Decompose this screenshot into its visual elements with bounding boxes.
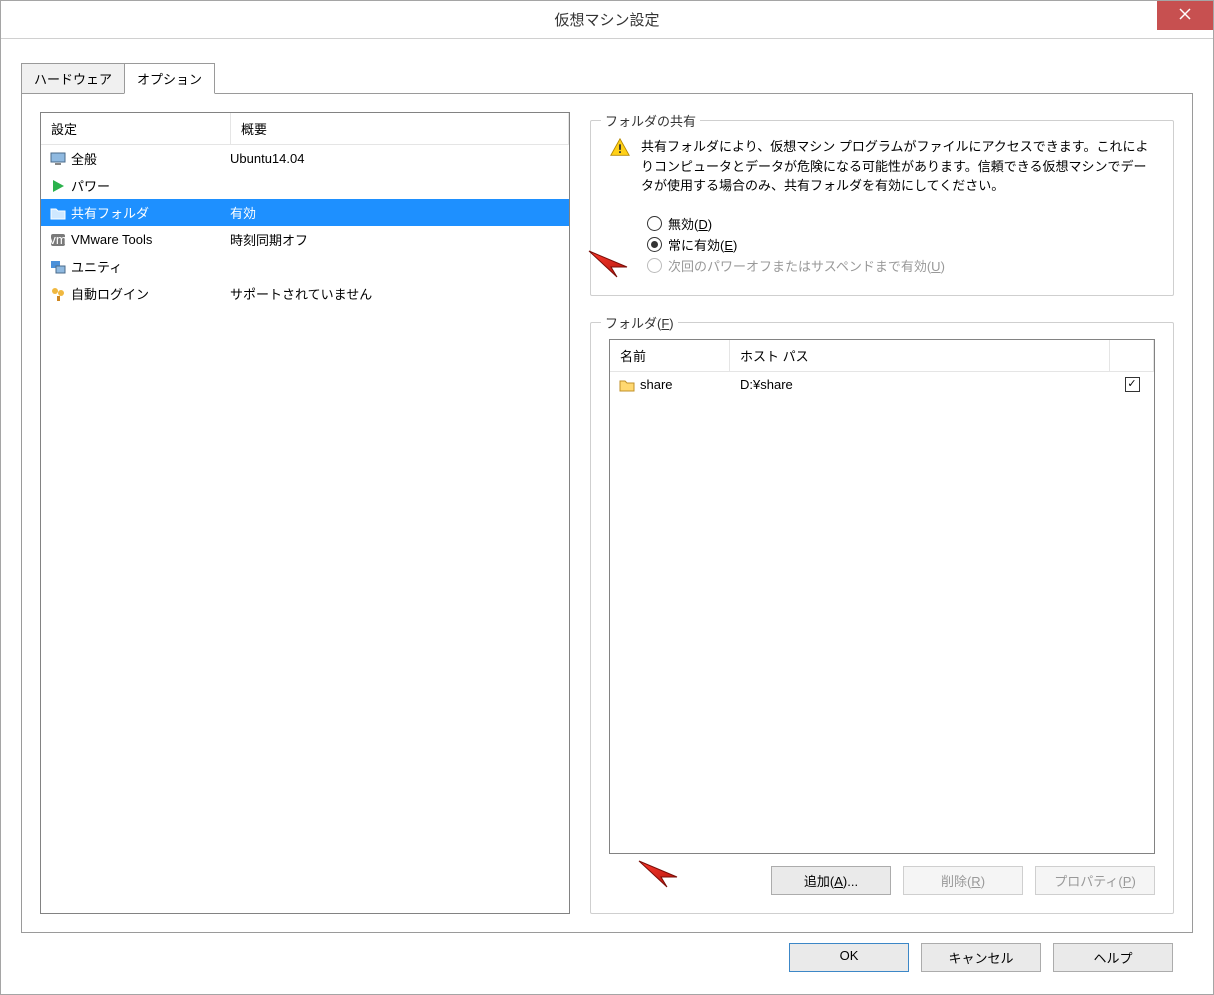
radio-until-poweroff: 次回のパワーオフまたはサスペンドまで有効(U) <box>647 256 1155 275</box>
folders-table-headers: 名前 ホスト パス <box>610 340 1154 372</box>
svg-text:vm: vm <box>49 232 66 247</box>
dialog-buttons: OK キャンセル ヘルプ <box>789 943 1173 972</box>
tab-hardware-label: ハードウェア <box>34 72 112 87</box>
settings-row-パワー[interactable]: パワー <box>41 172 569 199</box>
settings-row-summary: Ubuntu14.04 <box>230 151 561 166</box>
tabs: ハードウェア オプション <box>21 63 1193 94</box>
settings-row-ユニティ[interactable]: ユニティ <box>41 253 569 280</box>
unity-icon <box>49 258 67 276</box>
folder-sharing-group: フォルダの共有 共有フォルダにより、仮想マシン プログラムがファイルにアクセスで… <box>590 120 1174 296</box>
folder-icon <box>618 376 636 394</box>
settings-row-name: 全般 <box>71 149 97 168</box>
settings-row-summary: 有効 <box>230 203 561 222</box>
folder-name: share <box>640 377 673 392</box>
settings-row-summary: サポートされていません <box>230 284 561 303</box>
folders-table: 名前 ホスト パス share D:¥share ✓ <box>609 339 1155 855</box>
folders-col-name[interactable]: 名前 <box>610 340 730 372</box>
details-pane: フォルダの共有 共有フォルダにより、仮想マシン プログラムがファイルにアクセスで… <box>590 112 1174 914</box>
vm-settings-window: 仮想マシン設定 ハードウェア オプション 設定 概要 全般 Ubuntu14.04… <box>0 0 1214 995</box>
help-button[interactable]: ヘルプ <box>1053 943 1173 972</box>
ok-button[interactable]: OK <box>789 943 909 972</box>
folders-group: フォルダ(F) 名前 ホスト パス shareD:¥share✓ 追加(A)..… <box>590 322 1174 915</box>
radio-icon <box>647 237 662 252</box>
play-icon <box>49 177 67 195</box>
radio-always-label: 常に有効(E) <box>668 235 737 254</box>
sharing-warning-text: 共有フォルダにより、仮想マシン プログラムがファイルにアクセスできます。これによ… <box>641 137 1155 196</box>
red-arrow-annotation-icon <box>587 249 631 279</box>
cancel-button[interactable]: キャンセル <box>921 943 1041 972</box>
radio-icon <box>647 258 662 273</box>
warning-icon <box>609 137 631 159</box>
options-panel: 設定 概要 全般 Ubuntu14.04 パワー共有フォルダ 有効 vm VMware T… <box>21 93 1193 933</box>
folder-row[interactable]: share D:¥share ✓ <box>610 372 1154 398</box>
settings-row-name: 共有フォルダ <box>71 203 149 222</box>
settings-list: 設定 概要 全般 Ubuntu14.04 パワー共有フォルダ 有効 vm VMware T… <box>40 112 570 914</box>
settings-list-headers: 設定 概要 <box>41 113 569 145</box>
radio-always-enabled[interactable]: 常に有効(E) <box>647 235 1155 254</box>
radio-disabled[interactable]: 無効(D) <box>647 214 1155 233</box>
tab-options[interactable]: オプション <box>124 63 215 94</box>
folder-sharing-title: フォルダの共有 <box>601 111 700 130</box>
settings-row-VMware Tools[interactable]: vm VMware Tools 時刻同期オフ <box>41 226 569 253</box>
folder-enabled-checkbox[interactable]: ✓ <box>1125 377 1140 392</box>
radio-until-label: 次回のパワーオフまたはサスペンドまで有効(U) <box>668 256 945 275</box>
tab-options-label: オプション <box>137 72 202 87</box>
folders-table-body: share D:¥share ✓ <box>610 372 1154 854</box>
monitor-icon <box>49 150 67 168</box>
col-header-name[interactable]: 設定 <box>41 113 231 144</box>
settings-row-name: ユニティ <box>71 257 122 276</box>
settings-row-name: パワー <box>71 176 110 195</box>
folders-col-path[interactable]: ホスト パス <box>730 340 1110 372</box>
settings-row-全般[interactable]: 全般 Ubuntu14.04 <box>41 145 569 172</box>
folders-group-title: フォルダ(F) <box>601 313 678 332</box>
window-title: 仮想マシン設定 <box>554 9 659 30</box>
folder-properties-button: プロパティ(P) <box>1035 866 1155 895</box>
folder-path: D:¥share <box>730 377 1110 392</box>
settings-row-summary: 時刻同期オフ <box>230 230 561 249</box>
vm-icon: vm <box>49 231 67 249</box>
close-icon <box>1179 8 1191 23</box>
col-header-summary[interactable]: 概要 <box>231 113 569 144</box>
users-icon <box>49 285 67 303</box>
close-button[interactable] <box>1157 1 1213 30</box>
remove-folder-button: 削除(R) <box>903 866 1023 895</box>
folders-col-check[interactable] <box>1110 340 1154 372</box>
settings-row-共有フォルダ[interactable]: 共有フォルダ 有効 <box>41 199 569 226</box>
settings-row-自動ログイン[interactable]: 自動ログイン サポートされていません <box>41 280 569 307</box>
sharing-warning: 共有フォルダにより、仮想マシン プログラムがファイルにアクセスできます。これによ… <box>609 137 1155 196</box>
tab-hardware[interactable]: ハードウェア <box>21 63 125 94</box>
settings-row-name: VMware Tools <box>71 232 152 247</box>
radio-disabled-label: 無効(D) <box>668 214 712 233</box>
add-folder-button[interactable]: 追加(A)... <box>771 866 891 895</box>
radio-icon <box>647 216 662 231</box>
title-bar: 仮想マシン設定 <box>1 1 1213 39</box>
folder-share-icon <box>49 204 67 222</box>
settings-row-name: 自動ログイン <box>71 284 149 303</box>
